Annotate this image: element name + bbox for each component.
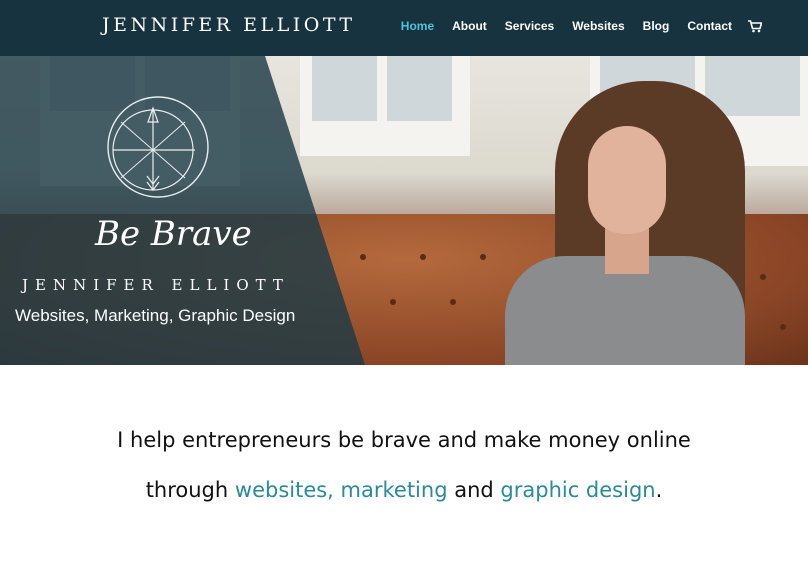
shopping-cart-icon[interactable] [748, 19, 762, 33]
nav-websites[interactable]: Websites [572, 19, 624, 33]
nav-blog[interactable]: Blog [643, 19, 670, 33]
intro-text: I help entrepreneurs be brave and make m… [0, 415, 808, 515]
hero-name: JENNIFER ELLIOTT [22, 276, 290, 294]
nav-contact[interactable]: Contact [687, 19, 732, 33]
nav-home[interactable]: Home [401, 19, 434, 33]
intro-line-2: through websites, marketing and graphic … [0, 465, 808, 515]
intro-text-segment: . [655, 478, 663, 502]
hero-tagline: Be Brave [95, 214, 252, 254]
highlight-graphic-design: graphic design [500, 478, 656, 502]
main-nav: Home About Services Websites Blog Contac… [383, 19, 762, 33]
site-logo[interactable]: JENNIFER ELLIOTT [102, 14, 356, 36]
nav-services[interactable]: Services [505, 19, 554, 33]
intro-text-segment: through [145, 478, 235, 502]
highlight-websites-marketing: websites, marketing [234, 478, 448, 502]
hero-subtitle: Websites, Marketing, Graphic Design [15, 306, 296, 325]
intro-text-segment: and [447, 478, 501, 502]
hero-banner: Be Brave JENNIFER ELLIOTT Websites, Mark… [0, 56, 808, 365]
site-header: JENNIFER ELLIOTT Home About Services Web… [0, 0, 808, 56]
nav-about[interactable]: About [452, 19, 487, 33]
intro-line-1: I help entrepreneurs be brave and make m… [117, 428, 691, 452]
compass-arrow-icon [107, 96, 209, 198]
